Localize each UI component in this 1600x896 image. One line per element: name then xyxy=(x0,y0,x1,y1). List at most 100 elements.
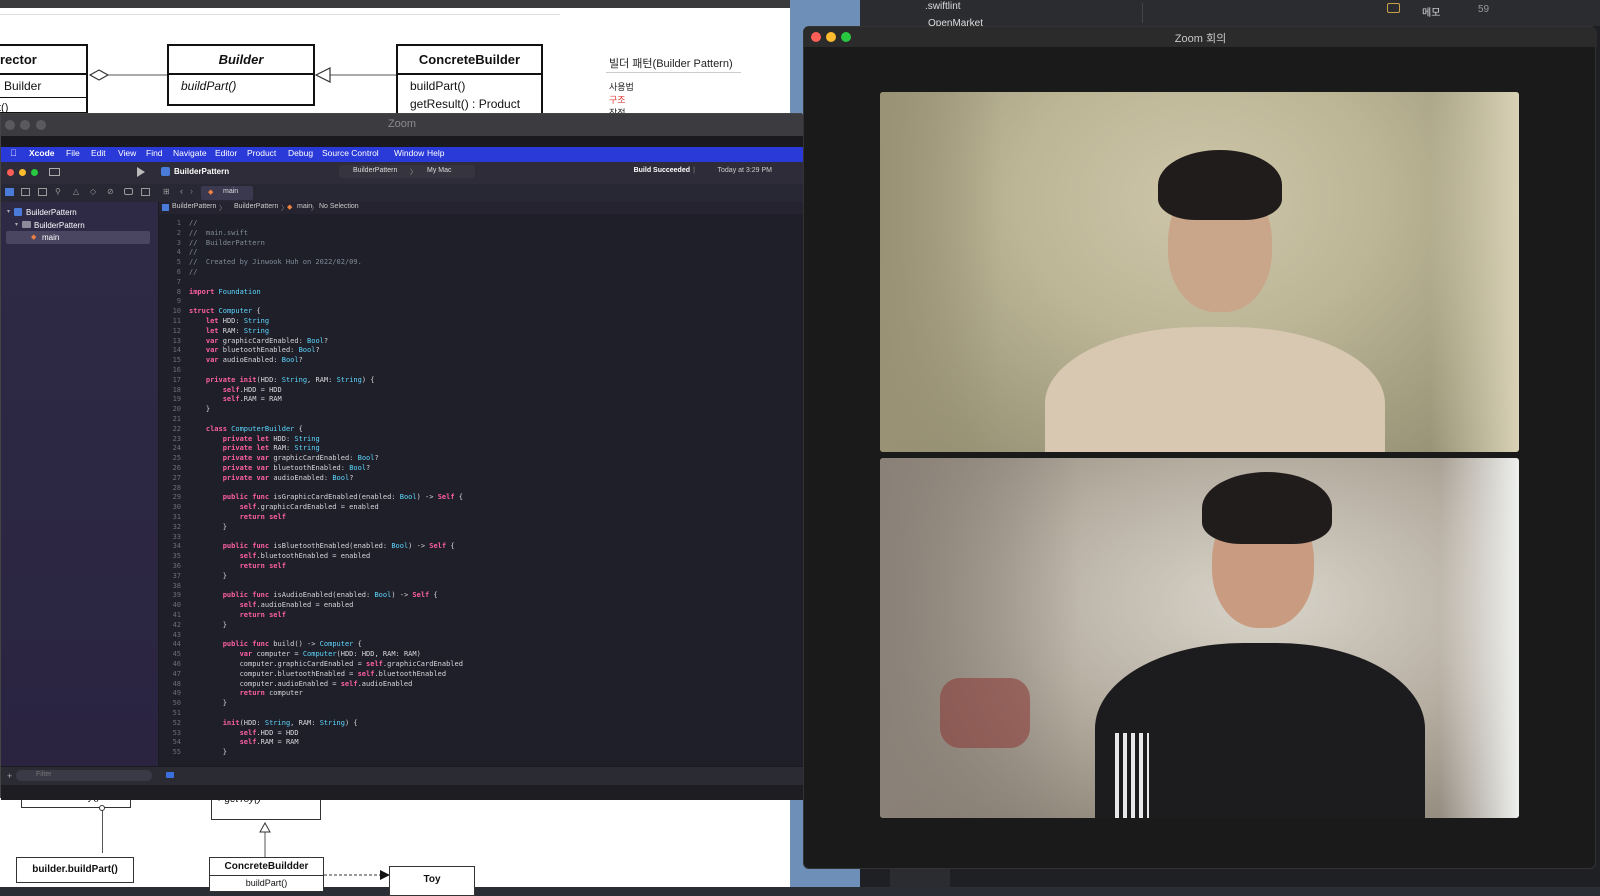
code-line[interactable]: 8 import Foundation xyxy=(159,287,261,297)
xcode-close-button[interactable] xyxy=(7,169,14,176)
source-control-icon[interactable] xyxy=(21,188,30,196)
code-area[interactable]: 1 // 2 // main.swift 3 // BuilderPattern 4 // 5 /… xyxy=(159,218,803,768)
code-line[interactable]: 3 // BuilderPattern xyxy=(159,238,265,248)
code-line[interactable]: 53 self.HDD = HDD xyxy=(159,728,299,738)
code-line[interactable]: 50 } xyxy=(159,698,227,708)
breadcrumb-project[interactable]: BuilderPattern xyxy=(172,203,216,210)
breakpoint-navigator-icon[interactable] xyxy=(124,188,133,195)
report-navigator-icon[interactable] xyxy=(141,188,150,196)
test-navigator-icon[interactable]: ◇ xyxy=(90,187,96,196)
navigator-file-main[interactable]: main xyxy=(42,233,59,242)
code-line[interactable]: 24 private let RAM: String xyxy=(159,443,320,453)
code-line[interactable]: 41 return self xyxy=(159,610,286,620)
code-line[interactable]: 52 init(HDD: String, RAM: String) { xyxy=(159,718,358,728)
menu-view[interactable]: View xyxy=(118,148,136,158)
code-line[interactable]: 16 xyxy=(159,365,189,375)
menu-source-control[interactable]: Source Control xyxy=(322,148,379,158)
menu-file[interactable]: File xyxy=(66,148,80,158)
code-line[interactable]: 6 // xyxy=(159,267,198,277)
code-line[interactable]: 23 private let HDD: String xyxy=(159,434,320,444)
code-line[interactable]: 48 computer.audioEnabled = self.audioEna… xyxy=(159,679,413,689)
code-line[interactable]: 26 private var bluetoothEnabled: Bool? xyxy=(159,463,371,473)
code-line[interactable]: 47 computer.bluetoothEnabled = self.blue… xyxy=(159,669,447,679)
tab-main[interactable]: ◆ main xyxy=(201,186,253,200)
zoom-meeting-window[interactable]: Zoom 회의 xyxy=(803,26,1597,869)
code-line[interactable]: 4 // xyxy=(159,247,198,257)
code-line[interactable]: 45 var computer = Computer(HDD: HDD, RAM… xyxy=(159,649,421,659)
scheme-selector[interactable]: BuilderPattern 〉 My Mac xyxy=(339,165,475,178)
run-icon[interactable] xyxy=(137,167,145,177)
code-line[interactable]: 18 self.HDD = HDD xyxy=(159,385,282,395)
code-line[interactable]: 7 xyxy=(159,277,189,287)
filter-field[interactable]: Filter xyxy=(16,770,152,781)
code-line[interactable]: 40 self.audioEnabled = enabled xyxy=(159,600,354,610)
menu-product[interactable]: Product xyxy=(247,148,276,158)
background-memo[interactable]: 메모 xyxy=(1422,4,1440,19)
code-line[interactable]: 28 xyxy=(159,483,189,493)
folder-navigator-icon[interactable] xyxy=(5,188,14,196)
code-line[interactable]: 38 xyxy=(159,581,189,591)
code-line[interactable]: 14 var bluetoothEnabled: Bool? xyxy=(159,345,320,355)
code-line[interactable]: 51 xyxy=(159,708,189,718)
code-line[interactable]: 5 // Created by Jinwook Huh on 2022/02/09… xyxy=(159,257,362,267)
code-line[interactable]: 37 } xyxy=(159,571,227,581)
forward-icon[interactable]: › xyxy=(190,186,193,196)
breadcrumb-file[interactable]: main xyxy=(297,203,312,210)
breadcrumb-selection[interactable]: No Selection xyxy=(319,203,359,210)
code-line[interactable]: 17 private init(HDD: String, RAM: String… xyxy=(159,375,375,385)
code-line[interactable]: 55 } xyxy=(159,747,227,757)
code-line[interactable]: 33 xyxy=(159,532,189,542)
code-line[interactable]: 36 return self xyxy=(159,561,286,571)
apple-icon[interactable]:  xyxy=(10,148,17,158)
menu-editor[interactable]: Editor xyxy=(215,148,237,158)
debug-navigator-icon[interactable]: ⊘ xyxy=(107,187,114,196)
code-line[interactable]: 12 let RAM: String xyxy=(159,326,270,336)
sidebar-toggle-icon[interactable] xyxy=(49,168,60,176)
zoom-share-window[interactable]: Zoom  Xcode File Edit View Find Navigate Edit… xyxy=(0,113,803,800)
code-line[interactable]: 9 xyxy=(159,296,189,306)
code-line[interactable]: 46 computer.graphicCardEnabled = self.gr… xyxy=(159,659,463,669)
navigator-project[interactable]: BuilderPattern xyxy=(26,208,77,217)
menu-window[interactable]: Window xyxy=(394,148,424,158)
menu-navigate[interactable]: Navigate xyxy=(173,148,207,158)
disclosure-icon[interactable]: ▾ xyxy=(7,208,10,215)
background-file-swiftlint[interactable]: .swiftlint xyxy=(925,1,961,12)
menu-find[interactable]: Find xyxy=(146,148,163,158)
menu-edit[interactable]: Edit xyxy=(91,148,106,158)
code-line[interactable]: 29 public func isGraphicCardEnabled(enab… xyxy=(159,492,463,502)
code-line[interactable]: 30 self.graphicCardEnabled = enabled xyxy=(159,502,379,512)
code-line[interactable]: 27 private var audioEnabled: Bool? xyxy=(159,473,354,483)
menu-help[interactable]: Help xyxy=(427,148,444,158)
code-line[interactable]: 42 } xyxy=(159,620,227,630)
code-line[interactable]: 10 struct Computer { xyxy=(159,306,261,316)
breadcrumb-group[interactable]: BuilderPattern xyxy=(234,203,278,210)
code-line[interactable]: 1 // xyxy=(159,218,198,228)
menu-xcode[interactable]: Xcode xyxy=(29,148,55,158)
code-line[interactable]: 13 var graphicCardEnabled: Bool? xyxy=(159,336,329,346)
code-line[interactable]: 2 // main.swift xyxy=(159,228,248,238)
code-line[interactable]: 44 public func build() -> Computer { xyxy=(159,639,362,649)
code-line[interactable]: 43 xyxy=(159,630,189,640)
code-line[interactable]: 19 self.RAM = RAM xyxy=(159,394,282,404)
code-line[interactable]: 25 private var graphicCardEnabled: Bool? xyxy=(159,453,379,463)
code-line[interactable]: 34 public func isBluetoothEnabled(enable… xyxy=(159,541,455,551)
code-line[interactable]: 20 } xyxy=(159,404,211,414)
menu-debug[interactable]: Debug xyxy=(288,148,313,158)
code-line[interactable]: 31 return self xyxy=(159,512,286,522)
disclosure-icon-group[interactable]: ▾ xyxy=(15,221,18,228)
code-line[interactable]: 15 var audioEnabled: Bool? xyxy=(159,355,303,365)
participant-video-2[interactable] xyxy=(880,458,1519,818)
grid-icon[interactable]: ⊞ xyxy=(163,187,170,196)
back-icon[interactable]: ‹ xyxy=(180,186,183,196)
participant-video-1[interactable] xyxy=(880,92,1519,452)
code-editor[interactable]: BuilderPattern 〉 BuilderPattern 〉 ◆ main… xyxy=(159,202,803,774)
code-line[interactable]: 32 } xyxy=(159,522,227,532)
code-line[interactable]: 49 return computer xyxy=(159,688,303,698)
code-line[interactable]: 54 self.RAM = RAM xyxy=(159,737,299,747)
code-line[interactable]: 11 let HDD: String xyxy=(159,316,270,326)
code-line[interactable]: 21 xyxy=(159,414,189,424)
code-line[interactable]: 35 self.bluetoothEnabled = enabled xyxy=(159,551,371,561)
xcode-maximize-button[interactable] xyxy=(31,169,38,176)
code-line[interactable]: 22 class ComputerBuilder { xyxy=(159,424,303,434)
xcode-minimize-button[interactable] xyxy=(19,169,26,176)
